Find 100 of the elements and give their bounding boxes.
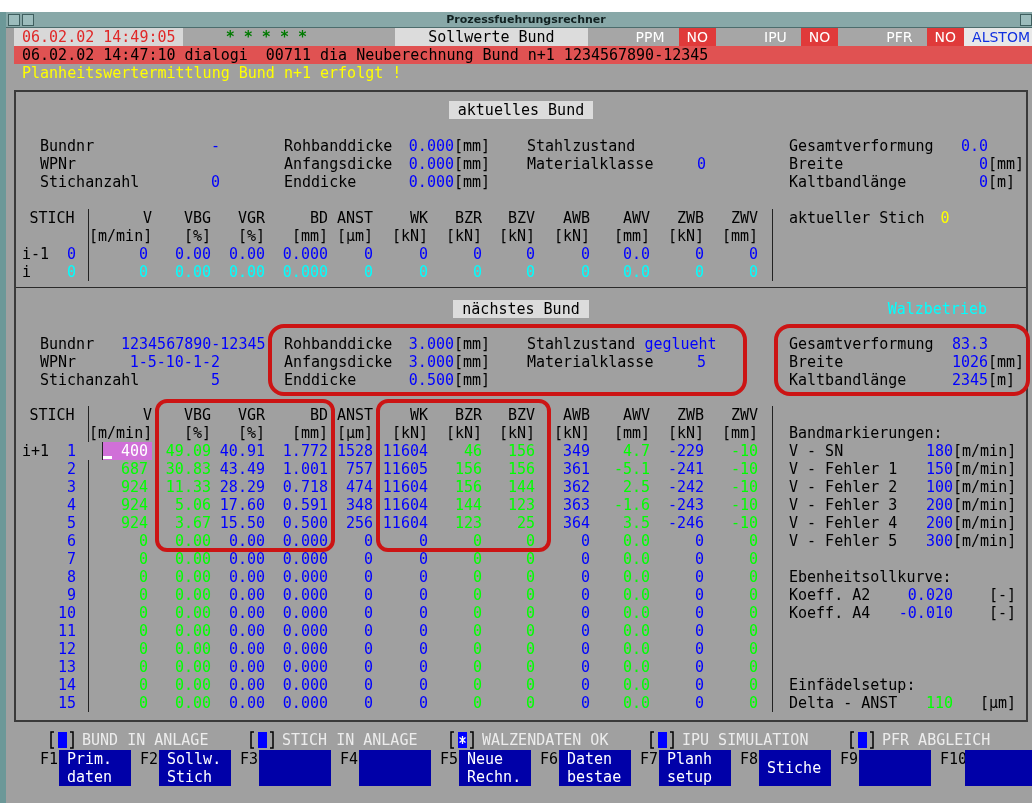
field-label: Bundnr bbox=[40, 335, 96, 353]
table-cell-text: 0 bbox=[471, 532, 482, 550]
window-menu-icon[interactable] bbox=[22, 13, 34, 26]
unit-header: [kN] bbox=[444, 424, 482, 442]
table-cell-text: 0 bbox=[362, 550, 373, 568]
table-cell-text: 0.000 bbox=[281, 694, 328, 712]
field-label: Materialklasse bbox=[527, 353, 654, 371]
table-cell-text: 3.5 bbox=[621, 514, 650, 532]
table-cell-text: 0.718 bbox=[281, 478, 328, 496]
field-label: V - Fehler 5 bbox=[789, 532, 898, 550]
function-key-button[interactable]: Planh setup bbox=[659, 750, 731, 786]
table-cell-text: 0 bbox=[417, 245, 428, 263]
key-label: F9 bbox=[840, 750, 859, 770]
table-cell: 924 bbox=[88, 514, 152, 532]
table-cell-text: 0.000 bbox=[281, 245, 328, 263]
table-cell-text: -242 bbox=[666, 478, 704, 496]
checkbox-label: IPU SIMULATION bbox=[682, 731, 809, 749]
function-key-button[interactable]: Sollw. Stich bbox=[159, 750, 231, 786]
table-cell-text: 0.0 bbox=[621, 550, 650, 568]
table-cell-text: 0.00 bbox=[227, 694, 265, 712]
field-value: 0.000 bbox=[407, 173, 454, 191]
table-cell-text: 0 bbox=[471, 640, 482, 658]
table-cell-text: 0 bbox=[66, 245, 77, 263]
unit-label: [mm] bbox=[454, 137, 491, 155]
field-value: 3.000 bbox=[407, 335, 454, 353]
field-label: V - Fehler 4 bbox=[789, 514, 898, 532]
table-cell-text: 0 bbox=[579, 245, 590, 263]
table-cell-text: 10 bbox=[57, 604, 77, 622]
unit-label: [m/min] bbox=[953, 532, 1017, 550]
table-cell-text: 0 bbox=[524, 694, 535, 712]
key-label: F8 bbox=[740, 750, 759, 770]
table-cell: 924 bbox=[88, 478, 152, 496]
table-cell-text: 9 bbox=[66, 586, 77, 604]
table-cell-text: 0 bbox=[417, 568, 428, 586]
table-cell-text: 0 bbox=[747, 676, 758, 694]
table-cell-text: 0 bbox=[471, 676, 482, 694]
function-key-button[interactable]: Prim. daten bbox=[59, 750, 131, 786]
table-cell-text: 0.0 bbox=[621, 586, 650, 604]
table-cell-text: 0.00 bbox=[227, 568, 265, 586]
table-cell-text: 12 bbox=[57, 640, 77, 658]
function-key-button[interactable]: Daten bestae bbox=[559, 750, 631, 786]
unit-label: [mm] bbox=[454, 155, 491, 173]
unit-label: [mm] bbox=[454, 335, 491, 353]
window-menu-icon[interactable] bbox=[8, 13, 20, 26]
table-cell-text: 0 bbox=[693, 586, 704, 604]
window-title: Prozessfuehrungsrechner bbox=[445, 13, 607, 26]
table-cell-text: 0 bbox=[362, 622, 373, 640]
table-cell-text: 0 bbox=[362, 604, 373, 622]
table-cell-text: 0.000 bbox=[281, 263, 328, 281]
table-cell-text: 0 bbox=[471, 586, 482, 604]
table-cell-text: 40.91 bbox=[218, 442, 265, 460]
date-time: 06.02.02 14:49:05 bbox=[14, 28, 183, 46]
table-cell-text: 2 bbox=[66, 460, 77, 478]
table-cell-text: 0 bbox=[524, 568, 535, 586]
table-cell-text: 0 bbox=[362, 245, 373, 263]
field-value: 110 bbox=[925, 694, 953, 712]
window-minimize-icon[interactable] bbox=[1020, 13, 1032, 26]
key-label: F7 bbox=[640, 750, 659, 770]
table-cell-text: 0 bbox=[524, 586, 535, 604]
field-value: 83.3 bbox=[950, 335, 988, 353]
column-header: BZV bbox=[506, 209, 535, 227]
table-cell-text: 28.29 bbox=[218, 478, 265, 496]
unit-label: [m] bbox=[988, 173, 1016, 191]
table-cell-text: 0.0 bbox=[621, 604, 650, 622]
table-cell-text: 0 bbox=[417, 640, 428, 658]
table-cell-text: 0.00 bbox=[227, 586, 265, 604]
table-cell-text: 0 bbox=[417, 263, 428, 281]
unit-header: [%] bbox=[236, 424, 265, 442]
table-cell-text: 0 bbox=[747, 586, 758, 604]
table-cell-text: 0 bbox=[417, 658, 428, 676]
table-cell-text: 123 bbox=[506, 496, 535, 514]
table-cell-text: 0.500 bbox=[281, 514, 328, 532]
function-key-button[interactable]: Neue Rechn. bbox=[459, 750, 531, 786]
field-label: V - SN bbox=[789, 442, 844, 460]
table-cell-text: -229 bbox=[666, 442, 704, 460]
group-title: Bandmarkierungen: bbox=[789, 424, 944, 442]
table-cell-text: 0 bbox=[362, 658, 373, 676]
field-label: WPNr bbox=[40, 155, 78, 173]
table-cell-text: 0.00 bbox=[173, 586, 211, 604]
table-cell-text: 0.00 bbox=[227, 676, 265, 694]
unit-header: [mm] bbox=[720, 424, 758, 442]
table-cell-text: 0 bbox=[66, 263, 77, 281]
unit-header: [kN] bbox=[666, 424, 704, 442]
section-title: aktuelles Bund bbox=[448, 101, 594, 119]
checkbox[interactable] bbox=[250, 731, 274, 749]
table-cell-text: 2.5 bbox=[621, 478, 650, 496]
checkbox[interactable] bbox=[450, 731, 474, 749]
unit-label: [mm] bbox=[988, 155, 1025, 173]
checkbox[interactable] bbox=[50, 731, 74, 749]
function-key-button[interactable]: Stiche bbox=[759, 750, 831, 786]
column-header: AWV bbox=[621, 406, 650, 424]
table-cell-text: 15.50 bbox=[218, 514, 265, 532]
table-cell-text: 11 bbox=[57, 622, 77, 640]
checkbox[interactable] bbox=[650, 731, 674, 749]
checkbox[interactable] bbox=[850, 731, 874, 749]
row-label: i bbox=[21, 263, 32, 281]
table-cell-text: 0 bbox=[524, 640, 535, 658]
table-cell-text: 0.000 bbox=[281, 658, 328, 676]
table-cell-text: 0 bbox=[747, 263, 758, 281]
unit-label: [m/min] bbox=[953, 496, 1017, 514]
